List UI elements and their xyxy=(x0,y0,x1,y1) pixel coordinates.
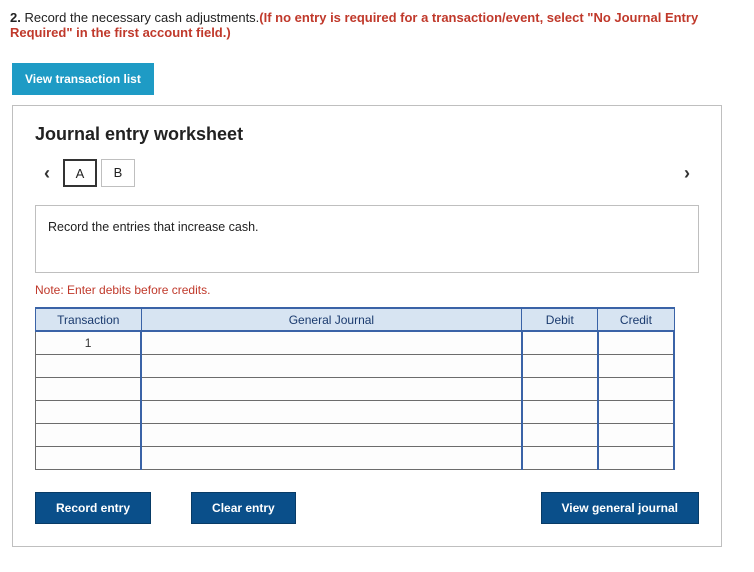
trx-cell[interactable] xyxy=(36,423,142,446)
grid-header-row: Transaction General Journal Debit Credit xyxy=(36,308,675,331)
panel-title: Journal entry worksheet xyxy=(35,124,699,145)
trx-cell[interactable] xyxy=(36,446,142,469)
col-credit: Credit xyxy=(598,308,674,331)
credit-cell[interactable] xyxy=(598,331,674,354)
gj-cell[interactable] xyxy=(141,331,522,354)
debit-cell[interactable] xyxy=(522,331,598,354)
table-row xyxy=(36,400,675,423)
action-row: Record entry Clear entry View general jo… xyxy=(35,492,699,524)
view-transaction-list-button[interactable]: View transaction list xyxy=(12,63,154,95)
view-general-journal-button[interactable]: View general journal xyxy=(541,492,699,524)
table-row xyxy=(36,446,675,469)
gj-cell[interactable] xyxy=(141,354,522,377)
tab-a[interactable]: A xyxy=(63,159,97,187)
instruction-box: Record the entries that increase cash. xyxy=(35,205,699,273)
question-prompt: 2. Record the necessary cash adjustments… xyxy=(0,0,754,45)
chevron-right-icon[interactable]: › xyxy=(675,163,699,184)
table-row: 1 xyxy=(36,331,675,354)
trx-cell[interactable] xyxy=(36,354,142,377)
record-entry-button[interactable]: Record entry xyxy=(35,492,151,524)
note-text: Note: Enter debits before credits. xyxy=(35,283,699,297)
table-row xyxy=(36,377,675,400)
trx-cell[interactable] xyxy=(36,400,142,423)
instruction-text: Record the entries that increase cash. xyxy=(48,220,259,234)
col-debit: Debit xyxy=(522,308,598,331)
journal-entry-panel: Journal entry worksheet ‹ A B › Record t… xyxy=(12,105,722,547)
debit-cell[interactable] xyxy=(522,423,598,446)
credit-cell[interactable] xyxy=(598,400,674,423)
credit-cell[interactable] xyxy=(598,377,674,400)
gj-cell[interactable] xyxy=(141,446,522,469)
debit-cell[interactable] xyxy=(522,354,598,377)
gj-cell[interactable] xyxy=(141,377,522,400)
chevron-left-icon[interactable]: ‹ xyxy=(35,163,59,184)
journal-grid: Transaction General Journal Debit Credit… xyxy=(35,307,675,470)
tab-row: ‹ A B › xyxy=(35,159,699,187)
col-transaction: Transaction xyxy=(36,308,142,331)
trx-cell[interactable]: 1 xyxy=(36,331,142,354)
debit-cell[interactable] xyxy=(522,400,598,423)
table-row xyxy=(36,354,675,377)
gj-cell[interactable] xyxy=(141,423,522,446)
trx-cell[interactable] xyxy=(36,377,142,400)
clear-entry-button[interactable]: Clear entry xyxy=(191,492,296,524)
question-text: Record the necessary cash adjustments. xyxy=(21,10,259,25)
gj-cell[interactable] xyxy=(141,400,522,423)
credit-cell[interactable] xyxy=(598,354,674,377)
col-general-journal: General Journal xyxy=(141,308,522,331)
question-number: 2. xyxy=(10,10,21,25)
credit-cell[interactable] xyxy=(598,423,674,446)
credit-cell[interactable] xyxy=(598,446,674,469)
tab-b[interactable]: B xyxy=(101,159,135,187)
debit-cell[interactable] xyxy=(522,377,598,400)
debit-cell[interactable] xyxy=(522,446,598,469)
table-row xyxy=(36,423,675,446)
